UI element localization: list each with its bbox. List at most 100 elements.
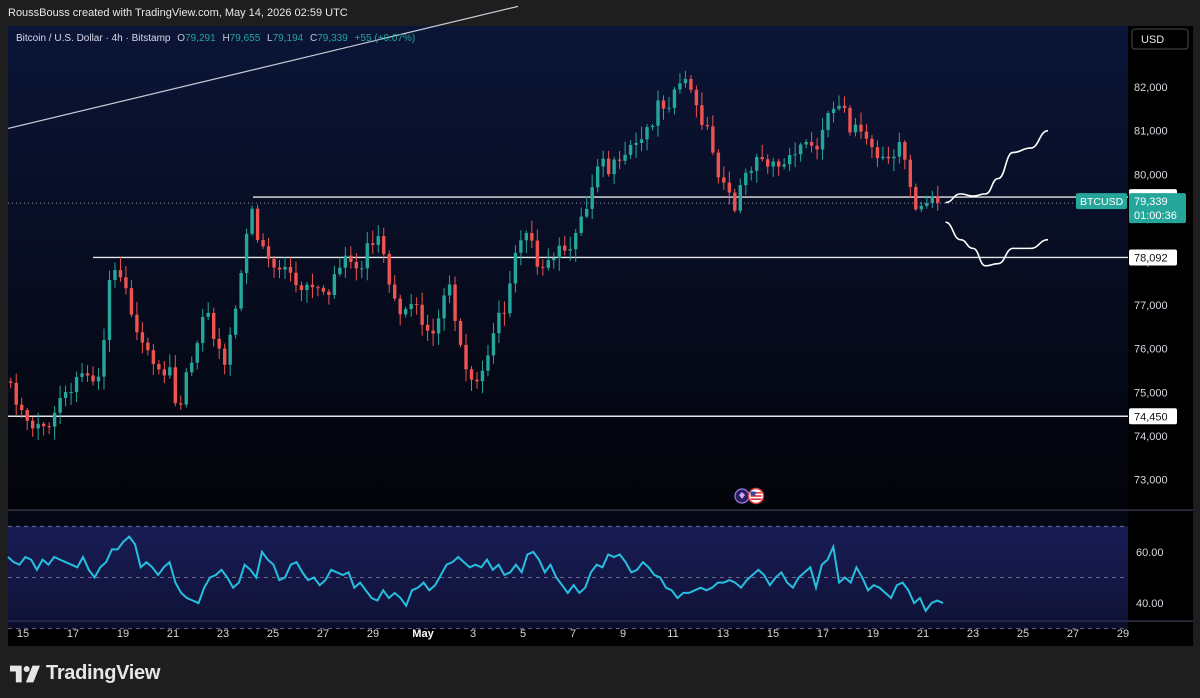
candle-body	[782, 164, 786, 167]
candle-body	[645, 127, 649, 140]
candle-body	[497, 312, 501, 334]
candle-body	[628, 144, 633, 155]
candle-body	[755, 157, 759, 171]
candle-body	[903, 142, 907, 160]
candle-body	[447, 284, 452, 296]
candle-body	[875, 147, 880, 159]
rsi-tick-label: 40.00	[1136, 598, 1164, 610]
price-tick-label: 74,000	[1134, 431, 1168, 443]
candle-body	[146, 342, 150, 351]
candle-body	[52, 412, 57, 427]
candle-body	[864, 131, 869, 139]
candle-body	[798, 144, 803, 155]
time-tick-label: 11	[667, 628, 678, 640]
candle-body	[694, 89, 699, 106]
candle-body	[201, 316, 205, 344]
time-tick-label: 27	[1067, 628, 1079, 640]
candle-body	[837, 105, 841, 109]
time-tick-label: 29	[1117, 628, 1129, 640]
level-price-tag[interactable]: 74,450	[1129, 408, 1177, 425]
candle-body	[656, 100, 660, 126]
legend-close: 79,339	[317, 33, 348, 44]
candle-body	[173, 367, 178, 404]
candle-body	[815, 145, 819, 150]
currency-label: USD	[1141, 34, 1164, 46]
price-tick-label: 73,000	[1134, 474, 1168, 486]
candle-body	[398, 298, 402, 315]
candle-body	[294, 272, 298, 286]
candle-body	[886, 156, 891, 159]
candle-body	[584, 208, 589, 217]
candle-body	[332, 274, 337, 296]
candle-body	[360, 268, 364, 270]
candle-body	[722, 177, 726, 183]
candle-body	[744, 172, 748, 186]
time-tick-label: 21	[167, 628, 179, 640]
symbol-tag[interactable]: BTCUSD	[1076, 193, 1127, 210]
time-tick-label: 17	[817, 628, 829, 640]
last-price-tag[interactable]: 79,339 01:00:36	[1129, 193, 1186, 224]
candle-body	[870, 138, 874, 148]
time-tick-label: 17	[67, 628, 79, 640]
tradingview-logo-icon	[10, 665, 40, 682]
candle-body	[9, 381, 13, 383]
candle-body	[793, 154, 797, 156]
candle-body	[458, 320, 463, 345]
candle-body	[667, 107, 671, 109]
candle-body	[760, 157, 764, 160]
candle-body	[859, 124, 863, 132]
candle-body	[749, 170, 753, 173]
candle-body	[222, 348, 227, 365]
time-tick-label: 3	[470, 628, 476, 640]
candle	[250, 205, 254, 236]
time-tick-label: 19	[117, 628, 129, 640]
candle-body	[936, 196, 940, 203]
chart-canvas[interactable]: 73,00074,00075,00076,00077,00078,00079,0…	[0, 0, 1200, 648]
tradingview-brand[interactable]: TradingView	[10, 662, 160, 685]
candle-body	[579, 216, 583, 233]
candle-body	[184, 372, 188, 405]
currency-button[interactable]: USD	[1131, 28, 1189, 50]
candle	[107, 270, 112, 353]
candle-body	[897, 142, 902, 157]
candle-body	[661, 100, 666, 109]
candle-body	[118, 270, 123, 278]
candle-body	[124, 277, 128, 289]
candle-body	[316, 287, 320, 289]
time-tick-label: 21	[917, 628, 929, 640]
price-tick-label: 81,000	[1134, 126, 1168, 138]
candle-body	[853, 124, 858, 133]
candle-body	[371, 243, 375, 245]
legend-low: 79,194	[273, 33, 304, 44]
candle-body	[261, 239, 265, 247]
candle-body	[233, 308, 238, 335]
legend-open: 79,291	[185, 33, 216, 44]
time-tick-label: 7	[570, 628, 576, 640]
price-tick-label: 82,000	[1134, 82, 1168, 94]
candle-body	[14, 382, 18, 405]
us-flag-icon[interactable]	[747, 487, 765, 505]
candle-body	[338, 267, 342, 275]
candle-body	[541, 266, 545, 268]
candle-body	[595, 166, 600, 188]
candle-body	[678, 83, 682, 90]
candle-body	[842, 105, 847, 108]
candle-body	[96, 376, 101, 382]
candle-body	[552, 258, 556, 261]
time-tick-label: 19	[867, 628, 879, 640]
brand-name: TradingView	[46, 662, 161, 684]
candle-body	[766, 159, 770, 167]
candle-body	[634, 142, 638, 145]
candle-body	[563, 245, 567, 251]
candle-body	[425, 324, 430, 331]
candle-body	[403, 308, 408, 315]
price-pane[interactable]	[8, 26, 1128, 510]
candle-body	[486, 355, 490, 371]
events-icon[interactable]	[734, 488, 750, 504]
level-price-tag[interactable]: 78,092	[1129, 249, 1177, 266]
candle-body	[102, 340, 106, 377]
candle-body	[327, 291, 331, 296]
candle-body	[69, 391, 73, 393]
level-tag-label: 78,092	[1134, 252, 1168, 264]
candle-body	[480, 370, 485, 382]
